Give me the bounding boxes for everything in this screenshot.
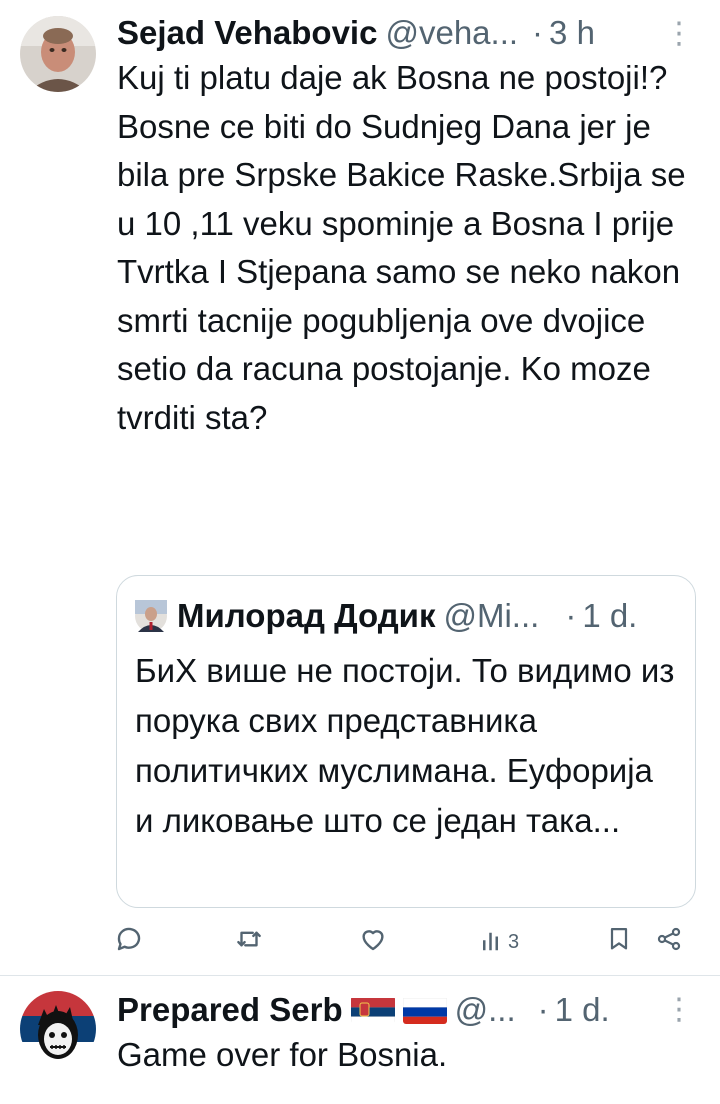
timestamp[interactable]: 1 d.: [555, 991, 610, 1029]
quoted-author-name[interactable]: Милорад Додик: [177, 597, 435, 635]
like-icon: [358, 924, 388, 960]
quoted-tweet-header: Милорад Додик @Mi... · 1 d.: [135, 596, 695, 636]
tweet-actions: 3: [100, 922, 700, 962]
share-icon: [655, 924, 683, 960]
separator-dot: ·: [532, 14, 544, 51]
quoted-author-handle[interactable]: @Mi...: [443, 597, 539, 635]
reply-button[interactable]: [114, 922, 144, 962]
quoted-avatar: [135, 600, 167, 632]
share-button[interactable]: [655, 922, 683, 962]
author-name[interactable]: Prepared Serb: [117, 991, 343, 1029]
avatar[interactable]: [20, 16, 96, 92]
author-handle[interactable]: @veha...: [385, 14, 518, 52]
separator-dot: ·: [537, 991, 549, 1028]
more-options-icon[interactable]: ⋮: [664, 992, 694, 1027]
tweet-header: Sejad Vehabovic @veha... · 3 h: [117, 13, 595, 53]
avatar[interactable]: [20, 991, 96, 1067]
quoted-tweet-text: БиХ више не постоји. То видимо из порука…: [135, 652, 675, 839]
quoted-tweet[interactable]: Милорад Додик @Mi... · 1 d. БиХ више не …: [116, 575, 696, 908]
reply-icon: [114, 924, 144, 960]
tweet[interactable]: Prepared Serb @... · 1 d. ⋮ Game over fo…: [0, 976, 720, 1104]
serbia-flag-icon: [350, 996, 395, 1024]
tweet-header: Prepared Serb @... · 1 d.: [117, 990, 610, 1030]
bookmark-button[interactable]: [605, 922, 633, 962]
quoted-timestamp[interactable]: 1 d.: [582, 597, 637, 635]
tweet[interactable]: Sejad Vehabovic @veha... · 3 h ⋮ Kuj ti …: [0, 0, 720, 975]
tweet-text: Kuj ti platu daje ak Bosna ne postoji!? …: [117, 59, 686, 436]
more-options-icon[interactable]: ⋮: [664, 16, 694, 51]
russia-flag-icon: [402, 996, 447, 1024]
retweet-button[interactable]: [234, 922, 264, 962]
separator-dot: ·: [565, 597, 577, 634]
like-button[interactable]: [358, 922, 388, 962]
views-count: 3: [508, 930, 520, 953]
tweet-text: Game over for Bosnia.: [117, 1036, 448, 1073]
author-name[interactable]: Sejad Vehabovic: [117, 14, 377, 52]
bookmark-icon: [605, 924, 633, 960]
retweet-icon: [234, 924, 264, 960]
timestamp[interactable]: 3 h: [549, 14, 595, 52]
views-button[interactable]: 3: [480, 922, 519, 962]
author-handle[interactable]: @...: [455, 991, 516, 1029]
views-icon: [480, 924, 506, 960]
